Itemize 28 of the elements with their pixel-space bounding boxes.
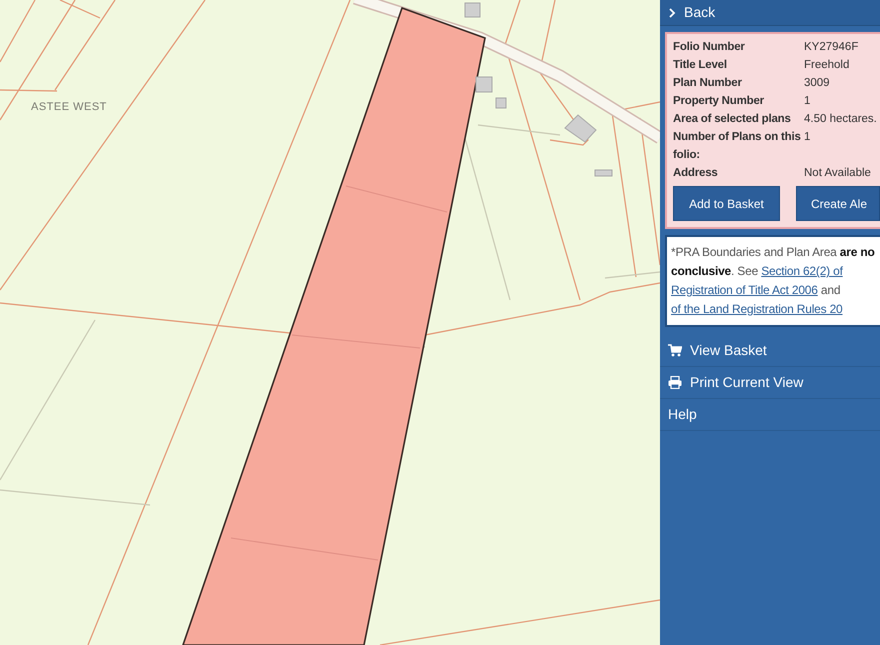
field-value: KY27946F (804, 40, 860, 55)
field-value: 3009 (804, 76, 831, 91)
create-alert-button[interactable]: Create Ale (796, 186, 880, 221)
field-label: Property Number (673, 94, 765, 109)
menu-item[interactable]: View Basket (660, 335, 880, 367)
back-link[interactable]: Back (660, 0, 880, 26)
field-label: Area of selected plans (673, 112, 792, 127)
field-label: Address (673, 166, 719, 181)
printer-icon (668, 376, 682, 389)
field-value: Not Available (804, 166, 872, 181)
field-label: Folio Number (673, 40, 746, 55)
legislation-link[interactable]: of the Land Registration Rules 20 (671, 302, 843, 316)
field-value: 1 (804, 94, 812, 109)
field-label: Title Level (673, 58, 728, 73)
legislation-link[interactable]: Registration of Title Act 2006 (671, 283, 818, 297)
menu-item[interactable]: Help (660, 399, 880, 431)
disclaimer-text: *PRA Boundaries and Plan Area are no conclusive. See Section 62(2) of Registration of Title Act 2006 and of the Land Registration Rules 20 (665, 235, 880, 327)
field-value: Freehold (804, 58, 850, 73)
field-value: 1 (804, 130, 812, 145)
cart-icon (668, 344, 682, 357)
field-value: 4.50 hectares. (804, 112, 878, 127)
add-to-basket-button[interactable]: Add to Basket (673, 186, 780, 221)
menu-item[interactable]: Print Current View (660, 367, 880, 399)
field-label: Number of Plans on this folio: (673, 130, 802, 163)
field-label: Plan Number (673, 76, 743, 91)
place-label: ASTEE WEST (31, 101, 107, 113)
chevron-icon (668, 8, 676, 18)
legislation-link[interactable]: Section 62(2) of (761, 264, 843, 278)
